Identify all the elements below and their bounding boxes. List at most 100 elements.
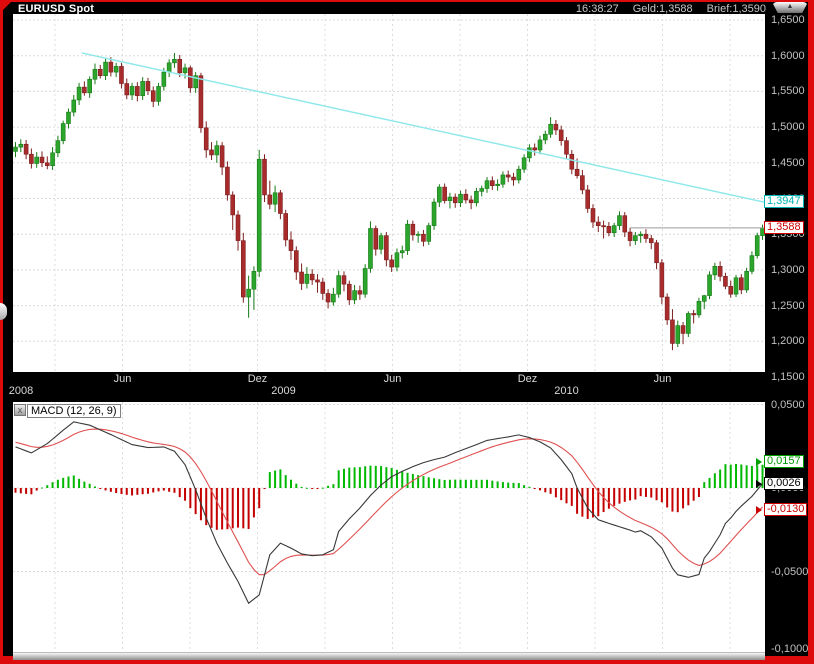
trendline-value-box: 1,3947	[764, 195, 804, 208]
candle-body	[284, 213, 288, 239]
collapse-panel-button[interactable]: ▲	[772, 2, 808, 13]
candle-body	[390, 260, 394, 267]
chart-window-body: EURUSD Spot 16:38:27Geld:1,3588Brief:1,3…	[3, 2, 808, 656]
macd-tick-label: -0,1000	[771, 643, 808, 655]
price-tick-label: 1,3000	[771, 264, 805, 276]
candle-body	[61, 124, 65, 141]
macd-histogram-bar	[645, 488, 647, 497]
close-indicator-icon[interactable]: x	[14, 404, 26, 416]
macd-histogram-bar	[682, 488, 684, 508]
candle-body	[750, 256, 754, 272]
candle-body	[596, 222, 600, 226]
macd-histogram-bar	[136, 488, 138, 495]
last-price-box: 1,3588	[764, 221, 804, 234]
price-chart-plot[interactable]	[13, 14, 765, 372]
candle-body	[549, 124, 553, 134]
candle-body	[119, 66, 123, 83]
macd-histogram-bar	[698, 488, 700, 497]
candle-body	[453, 197, 457, 203]
macd-histogram-bar	[46, 485, 48, 488]
candle-body	[215, 146, 219, 155]
macd-histogram-bar	[15, 488, 17, 493]
x-axis-year-label: 2009	[271, 386, 295, 397]
candle-body	[353, 291, 357, 300]
candle-body	[612, 226, 616, 233]
candle-body	[347, 284, 351, 300]
macd-histogram-bar	[152, 488, 154, 492]
left-edge-handle[interactable]	[0, 303, 7, 320]
macd-histogram-bar	[211, 488, 213, 528]
candle-body	[310, 274, 314, 280]
macd-histogram-bar	[20, 488, 22, 493]
macd-histogram-bar	[634, 488, 636, 500]
candle-body	[368, 228, 372, 268]
macd-histogram-bar	[375, 466, 377, 488]
macd-histogram-bar	[481, 480, 483, 488]
macd-histogram-bar	[714, 473, 716, 488]
candle-body	[29, 154, 33, 163]
macd-histogram-bar	[385, 467, 387, 488]
candle-body	[188, 68, 192, 88]
macd-histogram-bar	[407, 473, 409, 488]
macd-main-line	[16, 422, 763, 603]
candle-body	[755, 236, 759, 256]
candle-body	[734, 278, 738, 294]
candle-body	[464, 194, 468, 200]
macd-histogram-bar	[735, 464, 737, 488]
candle-body	[294, 251, 298, 272]
candle-body	[745, 271, 749, 290]
macd-histogram-bar	[89, 484, 91, 488]
macd-histogram-bar	[460, 480, 462, 488]
macd-histogram-bar	[258, 488, 260, 508]
candle-body	[379, 236, 383, 250]
macd-indicator-plot[interactable]	[13, 402, 765, 652]
macd-histogram-bar	[491, 481, 493, 488]
macd-histogram-bar	[285, 475, 287, 488]
macd-value-box: 0,0157	[764, 455, 804, 468]
macd-parameters-label[interactable]: MACD (12, 26, 9)	[27, 404, 121, 418]
x-axis-year-label: 2010	[554, 386, 578, 397]
candle-body	[300, 272, 304, 283]
candle-body	[708, 275, 712, 296]
macd-histogram-bar	[242, 488, 244, 528]
candle-body	[469, 200, 473, 203]
macd-histogram-bar	[316, 488, 318, 489]
macd-histogram-bar	[83, 482, 85, 488]
macd-histogram-bar	[724, 464, 726, 488]
macd-histogram-bar	[603, 488, 605, 512]
macd-histogram-bar	[269, 472, 271, 488]
candle-body	[204, 128, 208, 150]
macd-histogram-bar	[449, 480, 451, 488]
macd-histogram-bar	[237, 488, 239, 528]
macd-histogram-bar	[618, 488, 620, 504]
horizontal-scrollbar[interactable]	[13, 652, 765, 660]
macd-histogram-bar	[216, 488, 218, 530]
candle-body	[432, 202, 436, 226]
price-tick-label: 1,2000	[771, 335, 805, 347]
macd-histogram-bar	[338, 470, 340, 488]
macd-histogram-bar	[486, 480, 488, 488]
macd-histogram-bar	[52, 482, 54, 488]
candle-body	[384, 236, 388, 260]
macd-histogram-bar	[348, 468, 350, 488]
candle-body	[506, 175, 510, 177]
macd-histogram-bar	[693, 488, 695, 501]
macd-histogram-bar	[158, 488, 160, 491]
candle-body	[109, 62, 113, 72]
macd-histogram-bar	[221, 488, 223, 529]
candle-body	[130, 86, 134, 95]
candle-body	[51, 153, 55, 166]
candle-body	[617, 216, 621, 226]
macd-histogram-bar	[433, 478, 435, 488]
candle-body	[533, 148, 537, 150]
macd-histogram-bar	[179, 488, 181, 497]
macd-histogram-bar	[25, 488, 27, 494]
macd-histogram-bar	[719, 470, 721, 488]
macd-histogram-bar	[656, 488, 658, 500]
macd-histogram-bar	[703, 482, 705, 488]
candle-body	[56, 141, 60, 153]
macd-histogram-bar	[322, 488, 324, 489]
macd-histogram-bar	[581, 488, 583, 517]
macd-histogram-bar	[560, 488, 562, 500]
macd-flag: x MACD (12, 26, 9)	[14, 404, 121, 418]
